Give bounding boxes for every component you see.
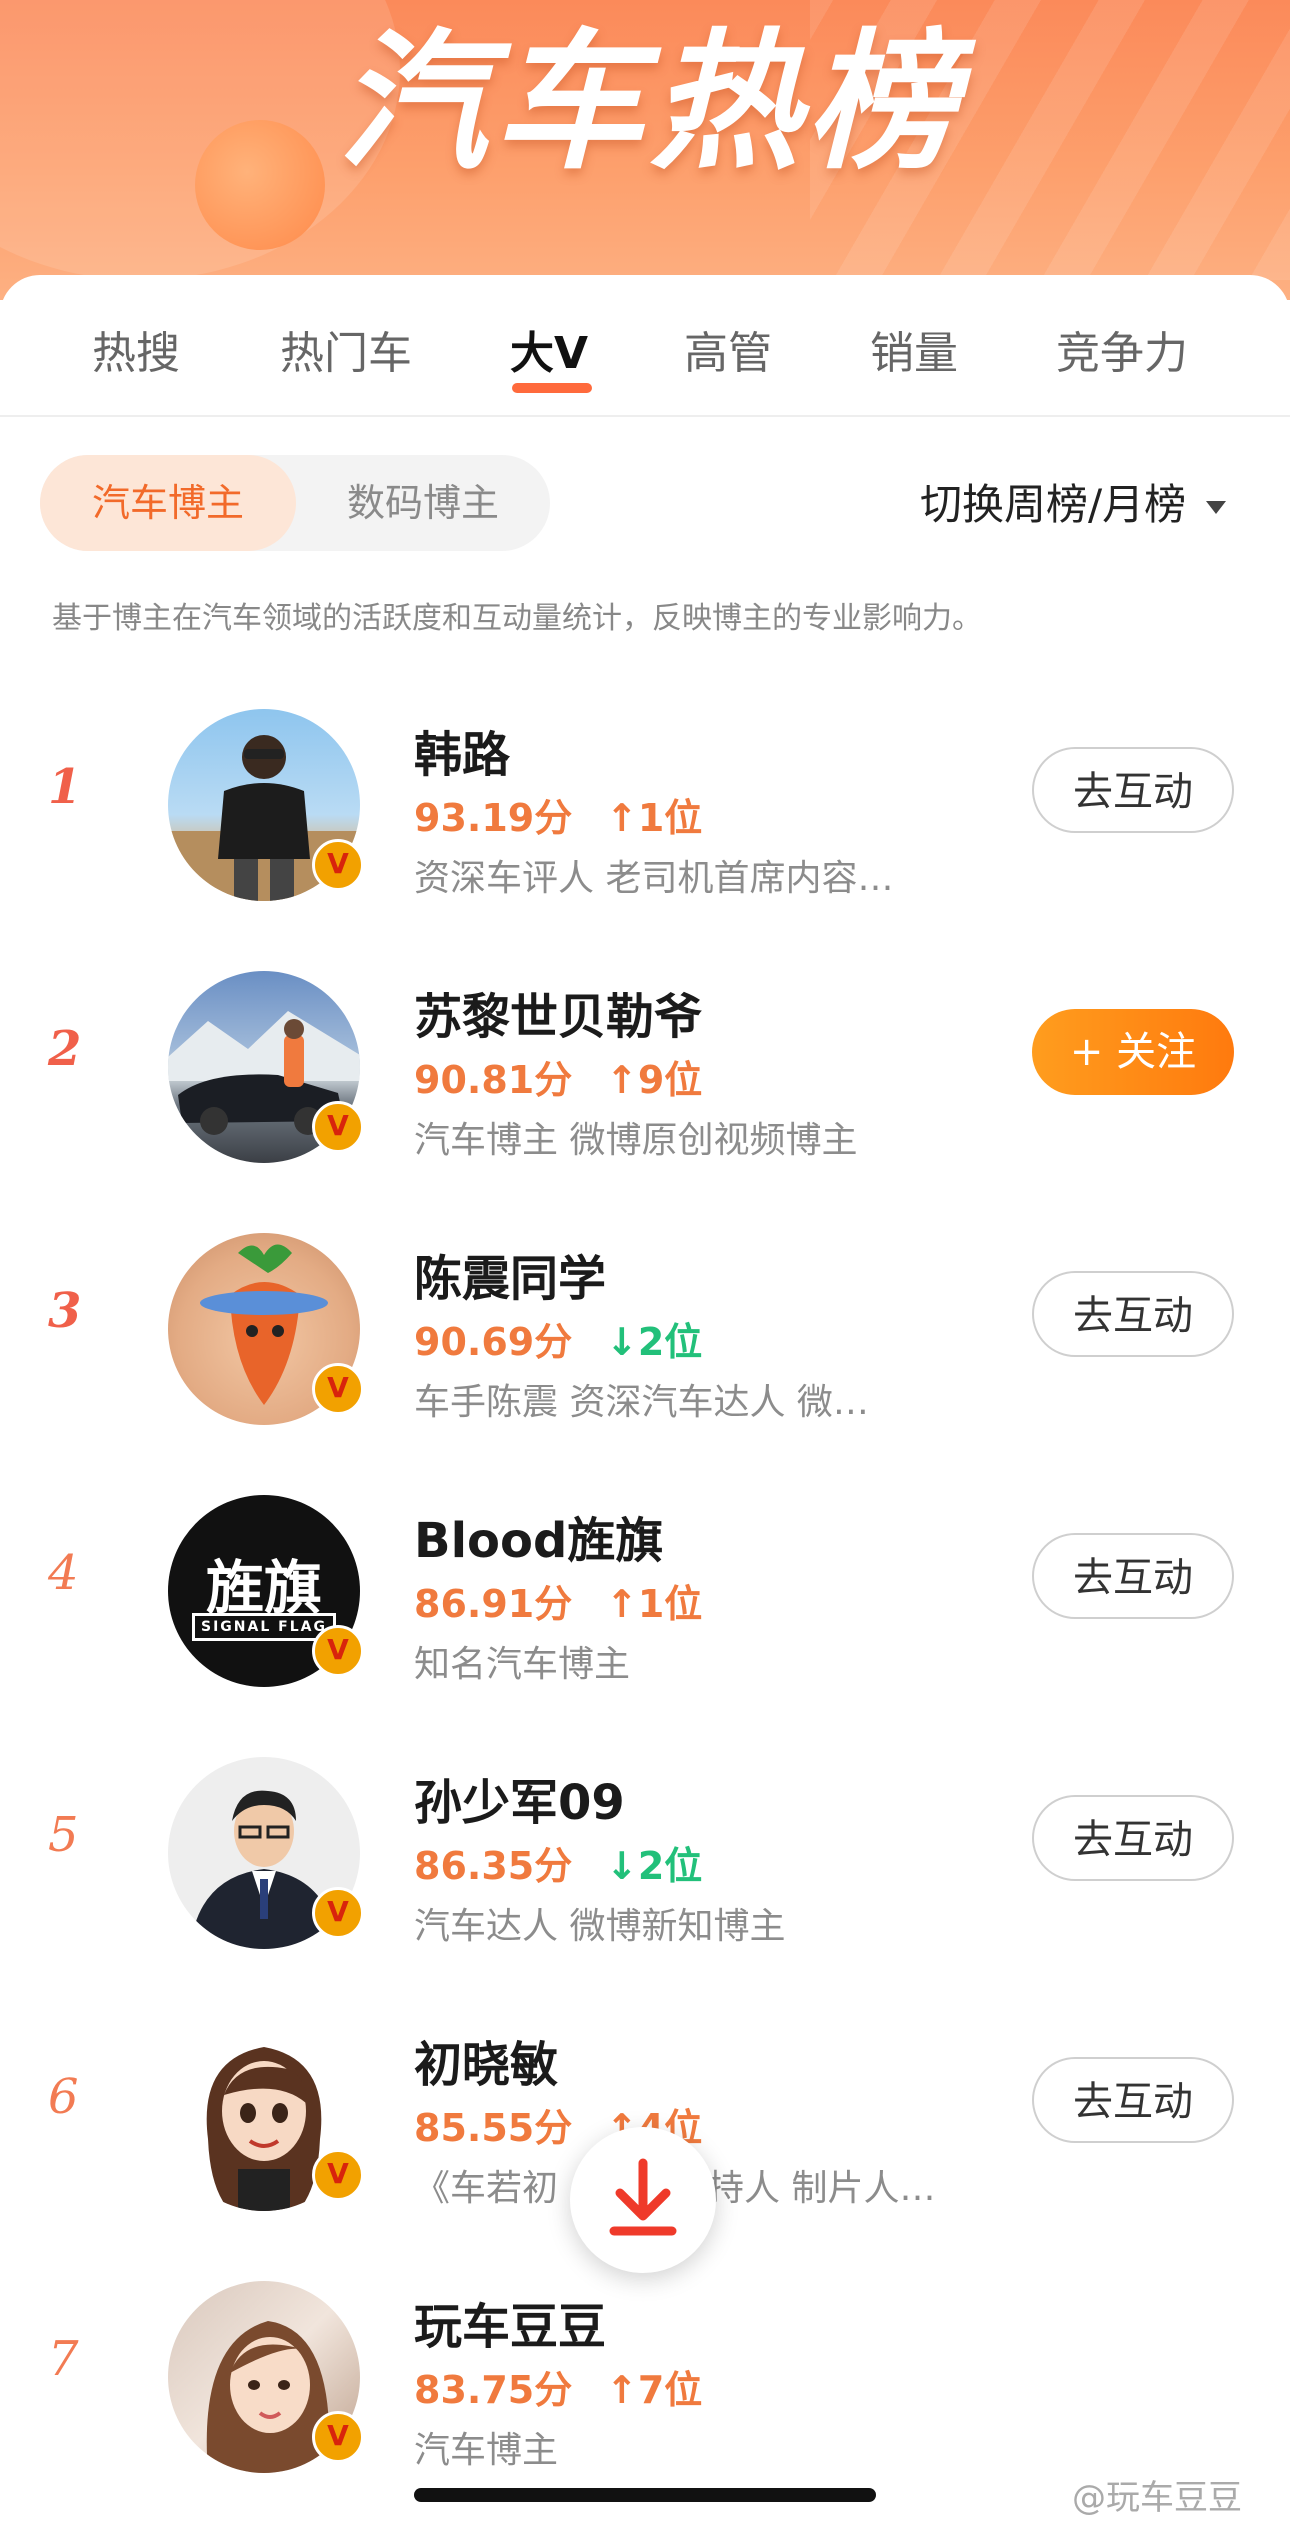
segment-car-bloggers[interactable]: 汽车博主 [40, 455, 296, 551]
blogger-bio: 资深车评人 老司机首席内容… [414, 858, 894, 899]
blogger-name[interactable]: Blood旌旗 [414, 1501, 663, 1571]
rank-number: 3 [48, 1283, 82, 1339]
tab-competitiveness[interactable]: 竞争力 [1056, 317, 1188, 381]
verified-badge-icon: V [312, 2411, 364, 2463]
rank-change: ↑9位 [606, 1049, 702, 1104]
blogger-bio: 知名汽车博主 [414, 1644, 631, 1685]
arrow-down-icon: ↓ [606, 1844, 638, 1888]
rank-number: 5 [48, 1807, 79, 1863]
blogger-bio: 汽车达人 微博新知博主 [414, 1906, 786, 1947]
verified-badge-icon: V [312, 1363, 364, 1415]
tab-hot-search[interactable]: 热搜 [92, 317, 180, 381]
ranking-row[interactable]: 3 V 陈震同学 90.69分 ↓2位 车手陈震 资深汽车达人 微… 去互动 [0, 1211, 1290, 1473]
rank-change-value: 2位 [637, 1844, 703, 1888]
avatar-logo-subtext: SIGNAL FLAG [192, 1613, 336, 1641]
ranking-description: 基于博主在汽车领域的活跃度和互动量统计，反映博主的专业影响力。 [52, 601, 982, 636]
rank-change-value: 9位 [637, 1058, 703, 1102]
rank-change-value: 7位 [637, 2368, 703, 2412]
rank-change-value: 1位 [637, 796, 703, 840]
tab-executives[interactable]: 高管 [684, 317, 772, 381]
banner-orb [195, 120, 325, 250]
period-switch[interactable]: 切换周榜/月榜 [920, 471, 1227, 532]
blogger-name[interactable]: 韩路 [414, 715, 510, 785]
rank-change-value: 1位 [637, 1582, 703, 1626]
rank-change: ↑1位 [606, 787, 702, 842]
rank-number: 4 [48, 1545, 79, 1601]
download-button[interactable] [570, 2127, 716, 2273]
arrow-up-icon: ↑ [606, 1058, 638, 1102]
tab-hot-cars[interactable]: 热门车 [280, 317, 412, 381]
ranking-row[interactable]: 5 V 孙少军09 86.35分 ↓2位 汽车达人 微博新知博主 去互动 [0, 1735, 1290, 1997]
category-tabs: 热搜 热门车 大V 高管 销量 竞争力 [0, 275, 1290, 417]
header-banner: 汽车热榜 [0, 0, 1290, 300]
verified-badge-icon: V [312, 1625, 364, 1677]
arrow-down-icon: ↓ [606, 1320, 638, 1364]
blogger-type-toggle: 汽车博主 数码博主 [40, 455, 550, 551]
verified-badge-icon: V [312, 1887, 364, 1939]
score: 86.35分 [414, 1844, 573, 1888]
rank-number: 1 [48, 759, 82, 815]
blogger-name[interactable]: 陈震同学 [414, 1239, 606, 1309]
rank-change: ↑7位 [606, 2359, 702, 2414]
tab-sales[interactable]: 销量 [870, 317, 958, 381]
score: 83.75分 [414, 2368, 573, 2412]
active-tab-indicator [512, 383, 592, 393]
interact-button[interactable]: 去互动 [1032, 1533, 1234, 1619]
rank-change: ↓2位 [606, 1311, 702, 1366]
blogger-name[interactable]: 苏黎世贝勒爷 [414, 977, 702, 1047]
segment-digital-bloggers[interactable]: 数码博主 [296, 455, 550, 551]
verified-badge-icon: V [312, 839, 364, 891]
rank-change: ↑1位 [606, 1573, 702, 1628]
rank-number: 7 [48, 2331, 79, 2387]
blogger-bio-start: 《车若初 [414, 2168, 559, 2209]
banner-title: 汽车热榜 [337, 16, 962, 190]
score: 90.81分 [414, 1058, 573, 1102]
follow-button[interactable]: + 关注 [1032, 1009, 1234, 1095]
blogger-bio: 车手陈震 资深汽车达人 微… [414, 1382, 869, 1423]
interact-button[interactable]: 去互动 [1032, 1795, 1234, 1881]
blogger-bio: 汽车博主 [414, 2430, 559, 2471]
score: 93.19分 [414, 796, 573, 840]
rank-change: ↓2位 [606, 1835, 702, 1890]
rank-change-value: 2位 [637, 1320, 703, 1364]
interact-button[interactable]: 去互动 [1032, 1271, 1234, 1357]
blogger-bio: 汽车博主 微博原创视频博主 [414, 1120, 858, 1161]
rank-number: 2 [48, 1021, 82, 1077]
ranking-row[interactable]: 1 V 韩路 93.19分 ↑1位 资深车评人 老司机首席内容… 去互动 [0, 687, 1290, 949]
score: 86.91分 [414, 1582, 573, 1626]
rank-number: 6 [48, 2069, 79, 2125]
arrow-up-icon: ↑ [606, 1582, 638, 1626]
verified-badge-icon: V [312, 1101, 364, 1153]
weibo-watermark: @玩车豆豆 [1072, 2478, 1242, 2518]
ranking-row[interactable]: 2 V 苏黎世贝勒爷 90.81分 ↑9位 汽车博主 微博原创视频博主 + 关注 [0, 949, 1290, 1211]
blogger-name[interactable]: 初晓敏 [414, 2025, 558, 2095]
download-icon [609, 2158, 677, 2236]
score: 85.55分 [414, 2106, 573, 2150]
caret-down-icon [1206, 501, 1227, 514]
blogger-bio-end: 持人 制片人… [708, 2168, 936, 2209]
home-indicator[interactable] [414, 2488, 876, 2502]
period-switch-label: 切换周榜/月榜 [920, 480, 1187, 529]
verified-badge-icon: V [312, 2149, 364, 2201]
blogger-name[interactable]: 孙少军09 [414, 1763, 625, 1833]
interact-button[interactable]: 去互动 [1032, 2057, 1234, 2143]
arrow-up-icon: ↑ [606, 2368, 638, 2412]
tab-big-v[interactable]: 大V [510, 317, 588, 381]
interact-button[interactable]: 去互动 [1032, 747, 1234, 833]
blogger-name[interactable]: 玩车豆豆 [414, 2287, 606, 2357]
arrow-up-icon: ↑ [606, 796, 638, 840]
score: 90.69分 [414, 1320, 573, 1364]
ranking-row[interactable]: 4 旌旗 SIGNAL FLAG V Blood旌旗 86.91分 ↑1位 知名… [0, 1473, 1290, 1735]
